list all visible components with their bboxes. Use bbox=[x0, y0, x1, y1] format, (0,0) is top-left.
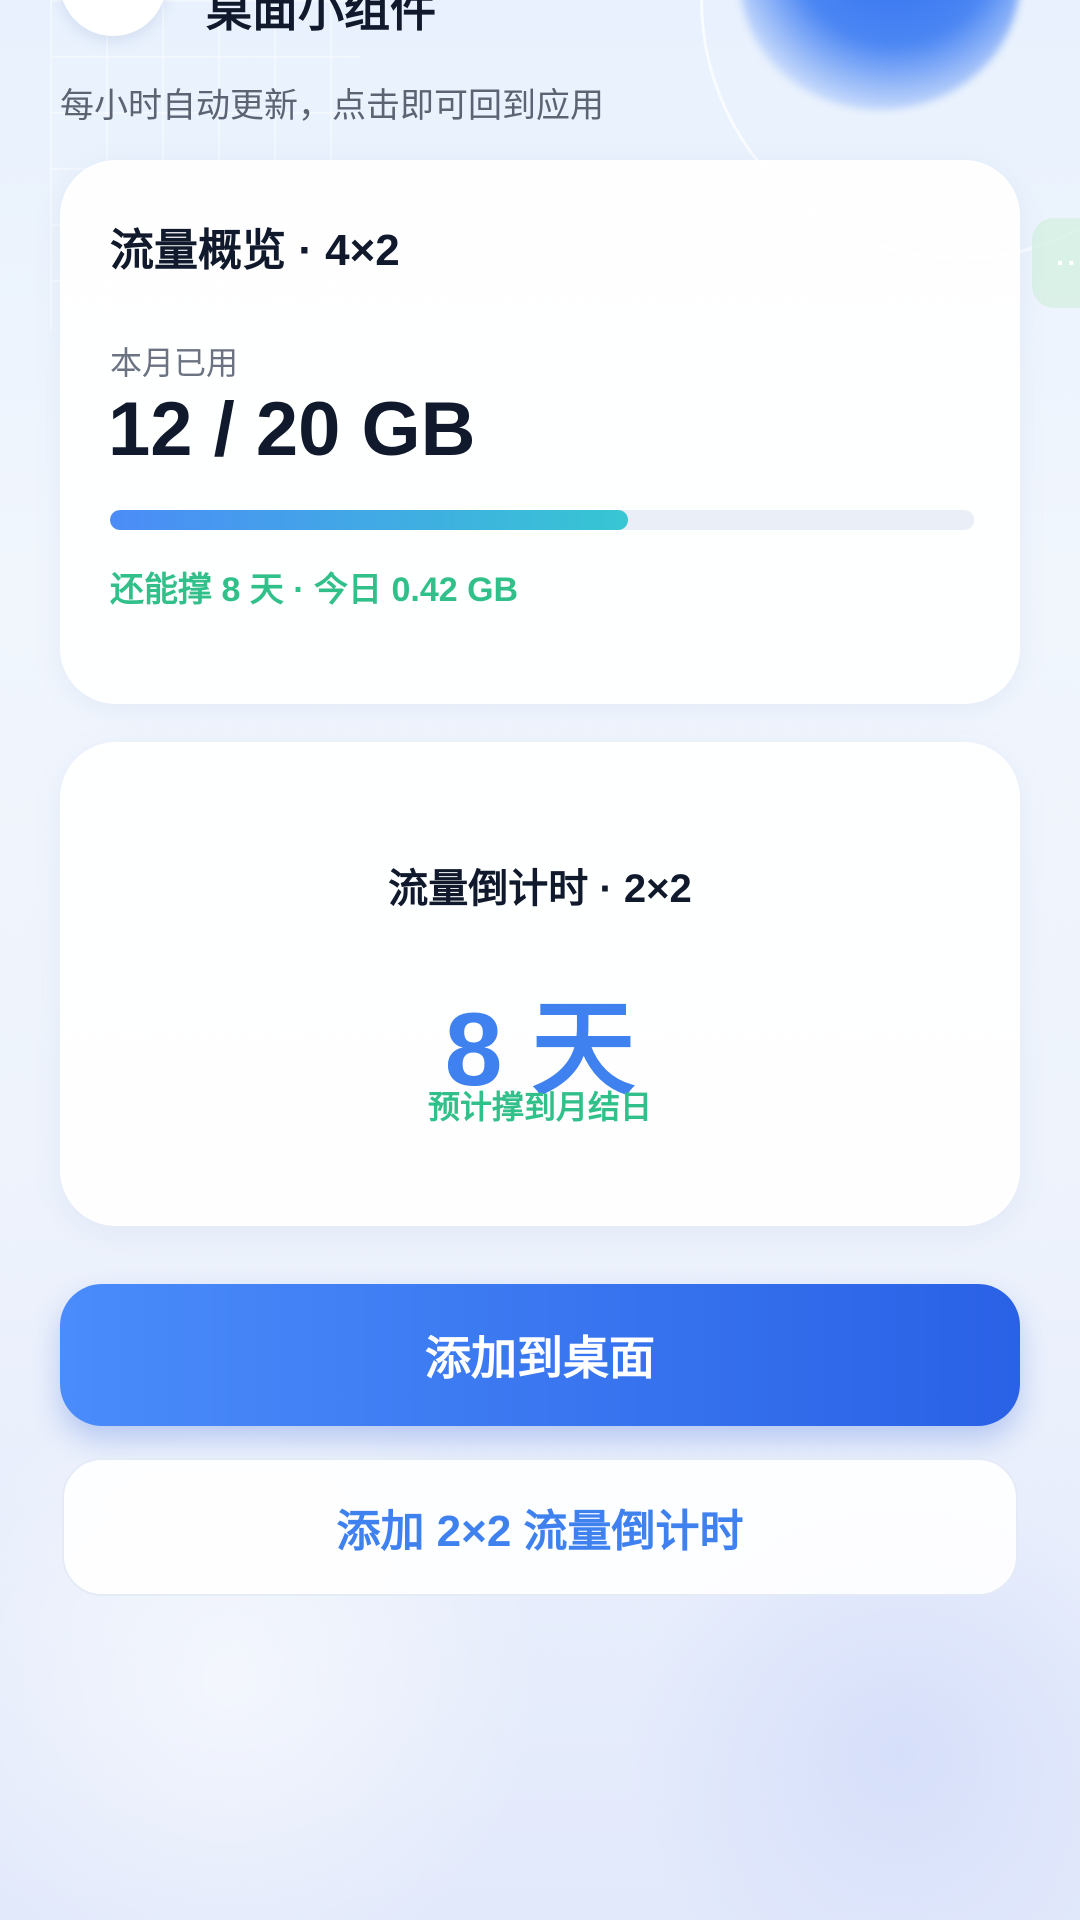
page-title: 桌面小组件 bbox=[206, 0, 436, 36]
more-dots-icon: ·· bbox=[1056, 247, 1079, 278]
monthly-used-value: 12 / 20 GB bbox=[108, 387, 476, 472]
side-handle-tab[interactable]: ·· bbox=[1032, 218, 1080, 308]
add-countdown-widget-button[interactable]: 添加 2×2 流量倒计时 bbox=[62, 1458, 1018, 1596]
usage-forecast-text: 还能撑 8 天 · 今日 0.42 GB bbox=[110, 571, 519, 609]
countdown-caption: 预计撑到月结日 bbox=[427, 1089, 652, 1125]
usage-progress-bar bbox=[110, 510, 974, 530]
traffic-overview-widget-card[interactable]: 流量概览 · 4×2 本月已用 12 / 20 GB 还能撑 8 天 · 今日 … bbox=[60, 160, 1020, 704]
monthly-used-label: 本月已用 bbox=[110, 345, 239, 381]
add-to-desktop-button[interactable]: 添加到桌面 bbox=[60, 1284, 1020, 1426]
countdown-card-title: 流量倒计时 · 2×2 bbox=[388, 867, 692, 911]
page-subtitle: 每小时自动更新，点击即可回到应用 bbox=[60, 87, 604, 125]
traffic-countdown-widget-card[interactable]: 流量倒计时 · 2×2 8 天 预计撑到月结日 bbox=[60, 742, 1020, 1226]
usage-progress-fill bbox=[110, 510, 629, 530]
overview-card-title: 流量概览 · 4×2 bbox=[110, 226, 400, 275]
